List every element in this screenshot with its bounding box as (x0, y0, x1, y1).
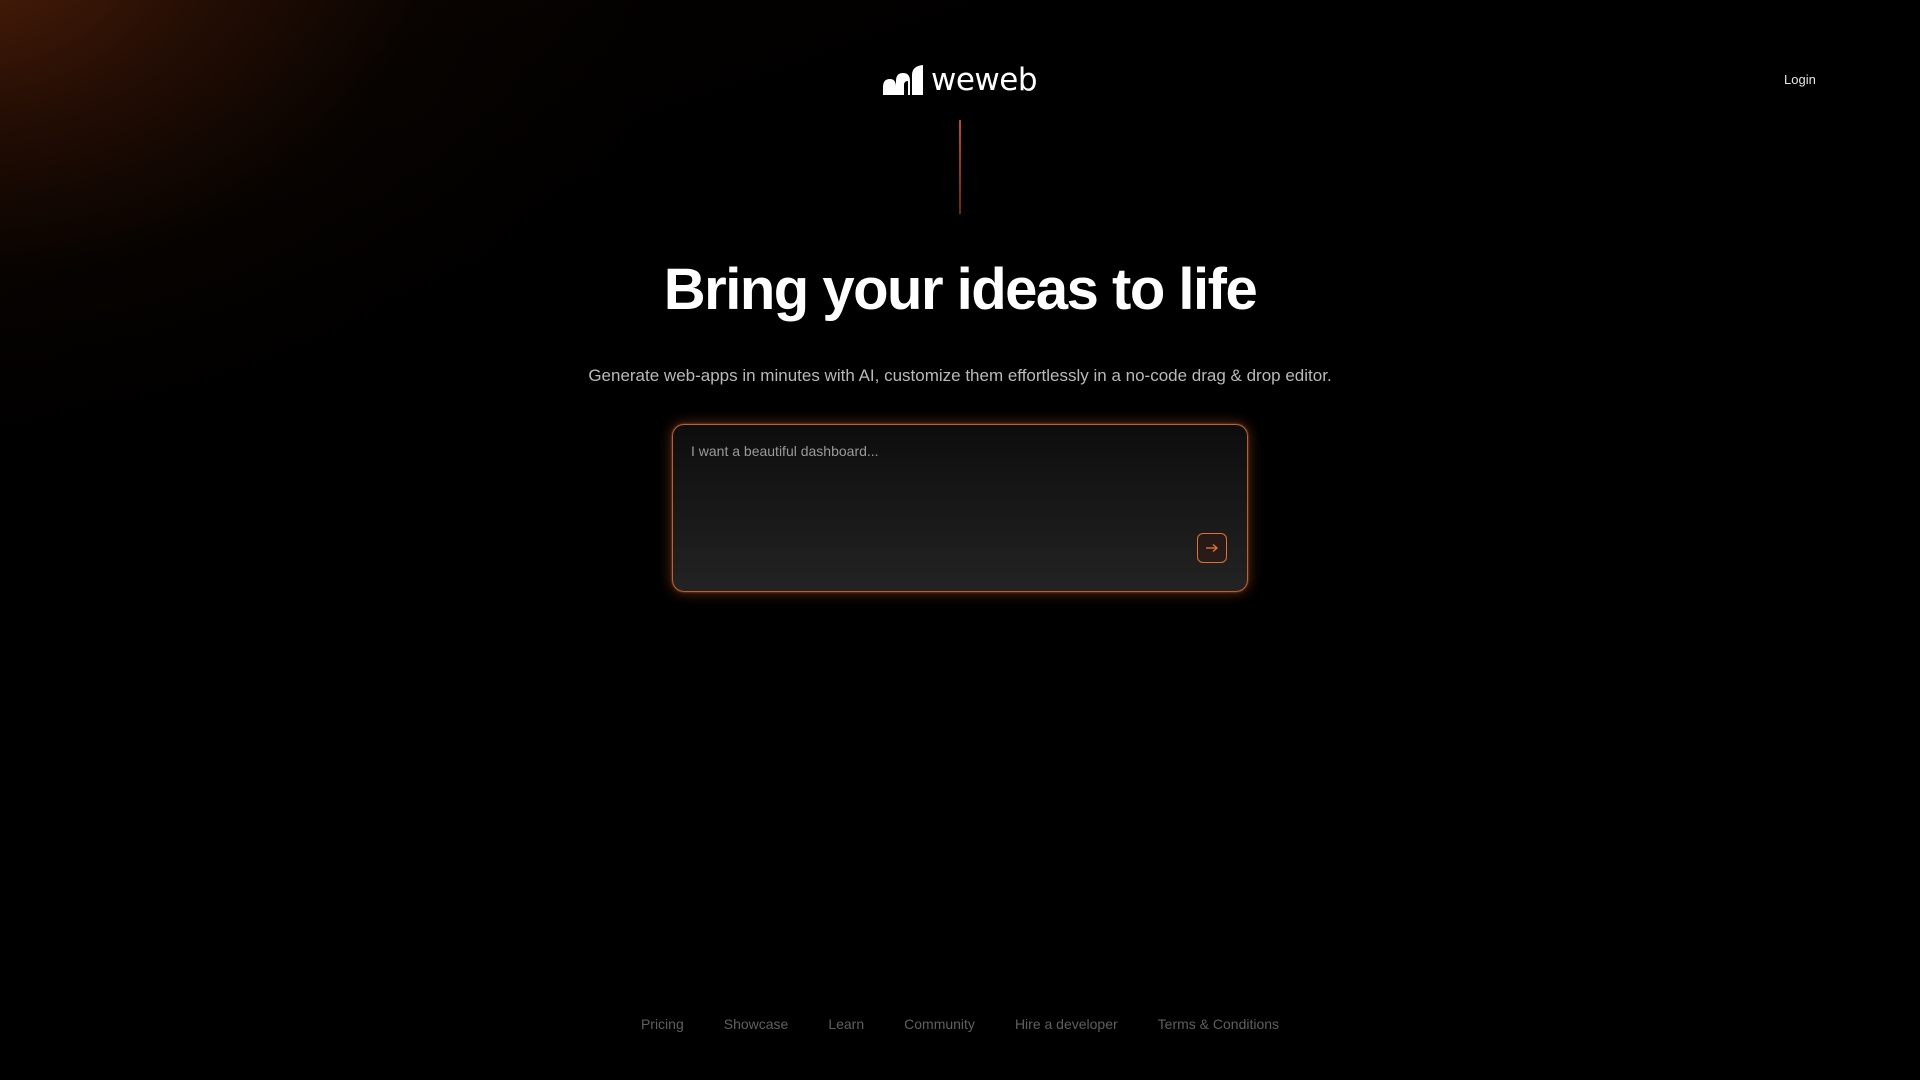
footer-link-terms[interactable]: Terms & Conditions (1158, 1016, 1279, 1032)
brand-logo[interactable]: weweb (882, 62, 1038, 98)
footer-link-hire-developer[interactable]: Hire a developer (1015, 1016, 1118, 1032)
footer-link-showcase[interactable]: Showcase (724, 1016, 789, 1032)
footer-link-community[interactable]: Community (904, 1016, 975, 1032)
login-link[interactable]: Login (1784, 72, 1816, 87)
prompt-box (672, 424, 1248, 592)
footer-link-learn[interactable]: Learn (828, 1016, 864, 1032)
page: weweb Login Bring your ideas to life Gen… (0, 0, 1920, 1080)
brand-name: weweb (931, 62, 1038, 98)
submit-button[interactable] (1197, 533, 1227, 563)
footer-link-pricing[interactable]: Pricing (641, 1016, 684, 1032)
hero-title: Bring your ideas to life (663, 257, 1258, 322)
weweb-logo-icon (882, 65, 924, 95)
prompt-input[interactable] (689, 441, 1213, 555)
hero-subtitle: Generate web-apps in minutes with AI, cu… (588, 366, 1332, 385)
vertical-accent-line (959, 120, 961, 214)
footer-nav: Pricing Showcase Learn Community Hire a … (0, 1016, 1920, 1032)
arrow-right-icon (1205, 541, 1219, 556)
